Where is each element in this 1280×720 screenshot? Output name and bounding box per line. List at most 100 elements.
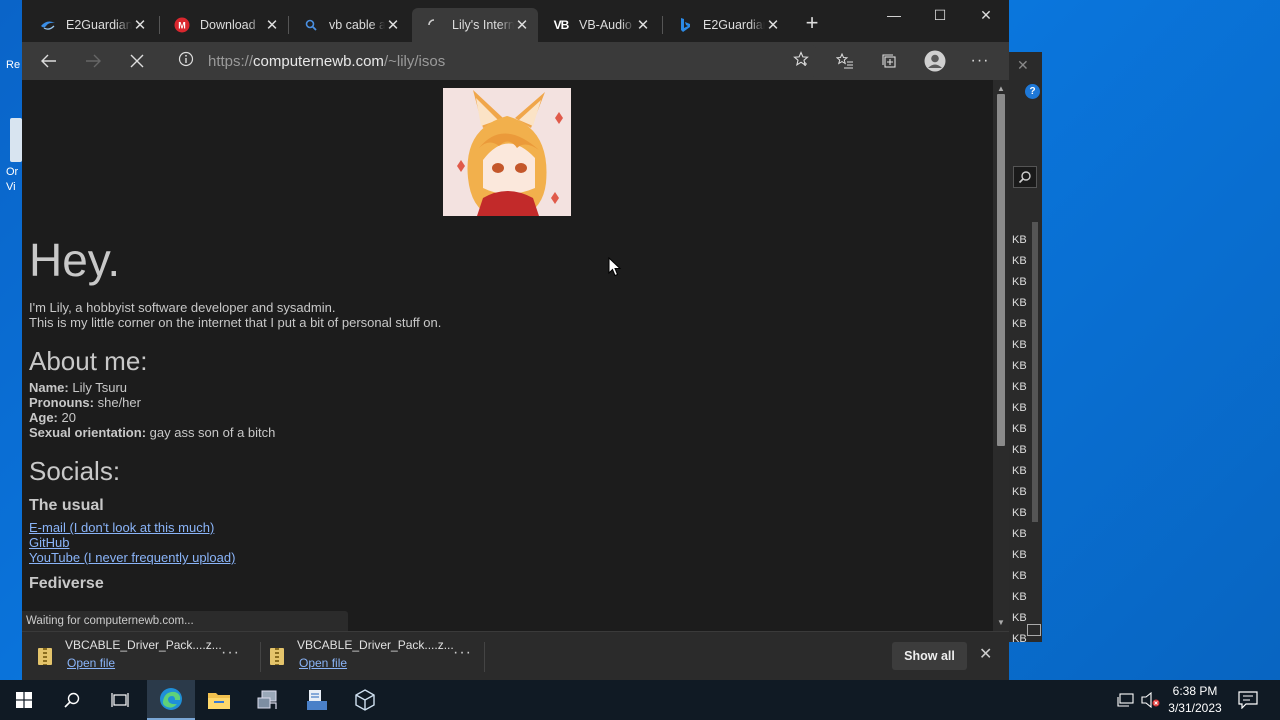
taskbar-file-explorer[interactable] <box>195 680 243 720</box>
clock-date: 3/31/2023 <box>1168 701 1222 715</box>
more-icon[interactable]: ··· <box>221 644 240 662</box>
mega-icon: M <box>174 17 190 33</box>
scrollbar-thumb[interactable] <box>997 94 1005 446</box>
desktop-file-icon[interactable] <box>10 118 22 162</box>
close-icon[interactable]: ✕ <box>635 16 651 34</box>
size-unit-label: KB <box>1012 549 1027 561</box>
notification-center-icon[interactable] <box>1238 680 1258 720</box>
url-text[interactable]: https://computernewb.com/~lily/isos <box>202 53 786 70</box>
tab-vb-cable-search[interactable]: vb cable audio ✕ <box>289 8 409 42</box>
taskbar-network-app[interactable] <box>244 680 292 720</box>
more-icon[interactable]: ··· <box>453 644 472 662</box>
tab-e2guardian-bing[interactable]: E2Guardian ✕ <box>663 8 789 42</box>
settings-more-button[interactable]: ··· <box>965 46 995 76</box>
close-icon[interactable]: ✕ <box>264 16 280 34</box>
more-icon: ··· <box>970 52 990 69</box>
profile-avatar-image <box>443 88 571 216</box>
taskbar-virtualbox[interactable] <box>341 680 389 720</box>
search-icon <box>303 17 319 33</box>
web-page: Hey. I'm Lily, a hobbyist software devel… <box>22 80 993 631</box>
desktop-icon-label: Or <box>6 166 19 178</box>
about-row-age: Age: 20 <box>29 410 929 425</box>
youtube-link[interactable]: YouTube (I never frequently upload) <box>29 550 929 565</box>
open-file-link[interactable]: Open file <box>299 656 347 670</box>
close-window-button[interactable]: ✕ <box>963 0 1009 32</box>
size-unit-label: KB <box>1012 297 1027 309</box>
downloads-bar: VBCABLE_Driver_Pack....z... Open file ··… <box>22 631 1009 680</box>
page-body: Hey. I'm Lily, a hobbyist software devel… <box>29 230 929 593</box>
avatar-icon <box>924 50 946 72</box>
download-item[interactable]: VBCABLE_Driver_Pack....z... Open file ··… <box>22 632 246 681</box>
desktop-icon-label: Re <box>6 59 21 71</box>
scroll-down-arrow-icon[interactable]: ▼ <box>997 618 1005 627</box>
tab-title: E2Guardian <box>66 18 132 32</box>
close-icon[interactable]: ✕ <box>385 16 401 34</box>
close-icon[interactable]: ✕ <box>1017 57 1029 74</box>
desktop-left-edge: Re Or Vi <box>0 0 22 680</box>
about-key: Name: <box>29 380 69 395</box>
divider <box>484 642 485 672</box>
favorites-button[interactable] <box>830 46 860 76</box>
tab-download[interactable]: M Download ✕ <box>160 8 288 42</box>
tab-e2guardian[interactable]: E2Guardian ✕ <box>26 8 156 42</box>
help-icon[interactable]: ? <box>1025 84 1040 99</box>
show-all-button[interactable]: Show all <box>892 642 967 670</box>
close-icon[interactable]: ✕ <box>765 16 781 34</box>
close-icon[interactable]: ✕ <box>132 16 148 34</box>
favorites-icon <box>836 53 853 69</box>
download-item[interactable]: VBCABLE_Driver_Pack....z... Open file ··… <box>254 632 478 681</box>
tab-title: vb cable audio <box>329 18 385 32</box>
minimize-button[interactable]: — <box>871 0 917 32</box>
usual-heading: The usual <box>29 497 104 514</box>
zip-file-icon <box>38 648 52 665</box>
url-path: /~lily/isos <box>383 52 446 70</box>
scroll-up-arrow-icon[interactable]: ▲ <box>997 84 1005 93</box>
email-link[interactable]: E-mail (I don't look at this much) <box>29 520 929 535</box>
tab-vb-audio[interactable]: VB VB-Audio Tech ✕ <box>539 8 659 42</box>
size-unit-label: KB <box>1012 402 1027 414</box>
info-icon[interactable] <box>170 51 202 72</box>
address-bar[interactable]: https://computernewb.com/~lily/isos <box>170 45 816 77</box>
loading-spinner-icon <box>426 17 442 33</box>
page-heading: Hey. <box>29 234 121 286</box>
mouse-cursor-icon <box>608 257 622 277</box>
back-button[interactable] <box>34 46 64 76</box>
tab-title: E2Guardian <box>703 18 765 32</box>
scrollbar[interactable] <box>1030 202 1040 652</box>
close-icon[interactable]: ✕ <box>514 16 530 34</box>
forward-button[interactable] <box>78 46 108 76</box>
task-view-icon <box>111 693 129 707</box>
socials-heading: Socials: <box>29 456 121 486</box>
search-button[interactable] <box>1013 166 1037 188</box>
page-scrollbar[interactable]: ▲ ▼ <box>993 80 1009 631</box>
scrollbar-thumb[interactable] <box>1032 222 1038 522</box>
network-tray-icon[interactable] <box>1117 680 1135 720</box>
search-icon <box>64 692 80 708</box>
github-link[interactable]: GitHub <box>29 535 929 550</box>
status-bar: Waiting for computernewb.com... <box>22 611 348 631</box>
taskbar-document-app[interactable] <box>293 680 341 720</box>
back-arrow-icon <box>41 54 56 68</box>
maximize-button[interactable]: ☐ <box>917 0 963 32</box>
search-button[interactable] <box>48 680 96 720</box>
download-filename: VBCABLE_Driver_Pack....z... <box>65 638 222 652</box>
size-unit-label: KB <box>1012 633 1027 645</box>
profile-button[interactable] <box>920 46 950 76</box>
cube-icon <box>355 689 375 711</box>
windows-logo-icon <box>16 692 32 708</box>
stop-loading-button[interactable] <box>122 46 152 76</box>
taskbar-edge[interactable] <box>147 680 195 720</box>
close-icon[interactable]: ✕ <box>979 644 992 664</box>
favorite-star-icon[interactable] <box>786 50 816 72</box>
collections-button[interactable] <box>874 46 904 76</box>
task-view-button[interactable] <box>96 680 144 720</box>
new-tab-button[interactable]: + <box>798 10 826 38</box>
tab-lilys-internet[interactable]: Lily's Internet ✕ <box>412 8 538 42</box>
about-key: Age: <box>29 410 58 425</box>
panel-icon[interactable] <box>1027 624 1041 636</box>
open-file-link[interactable]: Open file <box>67 656 115 670</box>
volume-muted-icon[interactable] <box>1141 680 1161 720</box>
system-clock[interactable]: 6:38 PM 3/31/2023 <box>1165 683 1225 717</box>
about-row-pronouns: Pronouns: she/her <box>29 395 929 410</box>
start-button[interactable] <box>0 680 48 720</box>
